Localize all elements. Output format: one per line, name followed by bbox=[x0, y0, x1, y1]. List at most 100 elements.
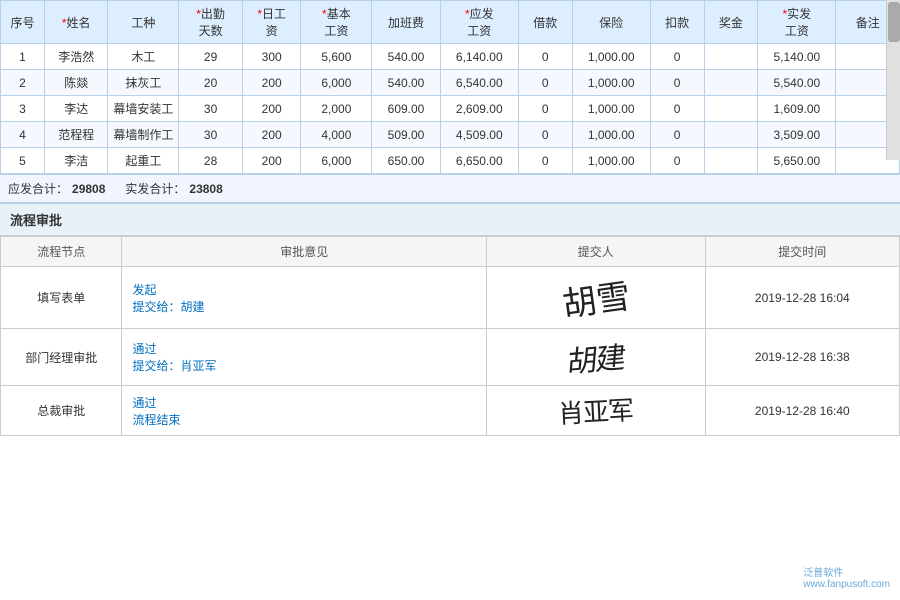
table-cell bbox=[704, 122, 758, 148]
opinion-main: 发起 bbox=[132, 283, 156, 297]
table-cell: 1,000.00 bbox=[572, 122, 650, 148]
table-cell: 起重工 bbox=[108, 148, 179, 174]
table-cell: 20 bbox=[179, 70, 243, 96]
wf-col-submitter: 提交人 bbox=[486, 237, 705, 267]
table-cell: 609.00 bbox=[372, 96, 440, 122]
table-cell: 6,000 bbox=[301, 148, 372, 174]
table-cell: 6,540.00 bbox=[440, 70, 518, 96]
wf-col-node: 流程节点 bbox=[1, 237, 122, 267]
table-cell: 6,140.00 bbox=[440, 44, 518, 70]
table-cell: 李达 bbox=[44, 96, 108, 122]
opinion-sub: 提交给：肖亚军 bbox=[132, 359, 216, 373]
table-row: 1李浩然木工293005,600540.006,140.0001,000.000… bbox=[1, 44, 900, 70]
table-cell: 5,540.00 bbox=[758, 70, 836, 96]
table-cell: 0 bbox=[518, 44, 572, 70]
should-pay-summary: 应发合计： 29808 bbox=[8, 180, 105, 197]
table-cell bbox=[704, 96, 758, 122]
table-cell: 0 bbox=[650, 122, 704, 148]
table-cell: 2,000 bbox=[301, 96, 372, 122]
actual-pay-label: 实发合计： bbox=[125, 180, 185, 197]
table-cell: 650.00 bbox=[372, 148, 440, 174]
opinion-sub: 提交给：胡建 bbox=[132, 300, 204, 314]
table-cell: 1,000.00 bbox=[572, 44, 650, 70]
table-cell: 509.00 bbox=[372, 122, 440, 148]
table-row: 4范程程幕墙制作工302004,000509.004,509.0001,000.… bbox=[1, 122, 900, 148]
col-header-loan: 借款 bbox=[518, 1, 572, 44]
table-cell: 0 bbox=[518, 96, 572, 122]
workflow-header-row: 流程节点 审批意见 提交人 提交时间 bbox=[1, 237, 900, 267]
workflow-time: 2019-12-28 16:40 bbox=[705, 386, 899, 436]
table-cell: 李浩然 bbox=[44, 44, 108, 70]
table-cell: 1,000.00 bbox=[572, 148, 650, 174]
watermark-line1: 泛普软件 bbox=[803, 564, 890, 579]
table-cell: 5,600 bbox=[301, 44, 372, 70]
table-cell: 30 bbox=[179, 96, 243, 122]
table-cell: 1,000.00 bbox=[572, 70, 650, 96]
table-cell: 0 bbox=[650, 148, 704, 174]
table-cell: 5,650.00 bbox=[758, 148, 836, 174]
col-header-daily: *日工资 bbox=[242, 1, 301, 44]
workflow-node: 总裁审批 bbox=[1, 386, 122, 436]
table-cell: 4 bbox=[1, 122, 45, 148]
workflow-node: 部门经理审批 bbox=[1, 329, 122, 386]
table-cell: 2 bbox=[1, 70, 45, 96]
should-pay-value: 29808 bbox=[72, 182, 105, 196]
table-cell: 200 bbox=[242, 70, 301, 96]
signature-image: 肖亚军 bbox=[557, 390, 634, 431]
actual-pay-value: 23808 bbox=[189, 182, 222, 196]
table-cell: 幕墙安装工 bbox=[108, 96, 179, 122]
table-cell: 4,000 bbox=[301, 122, 372, 148]
table-cell: 范程程 bbox=[44, 122, 108, 148]
table-header-row: 序号 *姓名 工种 *出勤天数 *日工资 *基本工资 加班费 *应发工资 借款 … bbox=[1, 1, 900, 44]
workflow-opinion: 发起提交给：胡建 bbox=[122, 267, 486, 329]
watermark: 泛普软件 www.fanpusoft.com bbox=[803, 564, 890, 590]
col-header-type: 工种 bbox=[108, 1, 179, 44]
workflow-signature: 肖亚军 bbox=[486, 386, 705, 436]
table-cell: 0 bbox=[650, 44, 704, 70]
watermark-line2: www.fanpusoft.com bbox=[803, 579, 890, 590]
col-header-insurance: 保险 bbox=[572, 1, 650, 44]
wf-col-opinion: 审批意见 bbox=[122, 237, 486, 267]
workflow-opinion: 通过提交给：肖亚军 bbox=[122, 329, 486, 386]
table-cell: 30 bbox=[179, 122, 243, 148]
workflow-table: 流程节点 审批意见 提交人 提交时间 填写表单发起提交给：胡建 胡雪 2019-12… bbox=[0, 236, 900, 436]
table-cell: 300 bbox=[242, 44, 301, 70]
table-cell: 3,509.00 bbox=[758, 122, 836, 148]
col-header-bonus: 奖金 bbox=[704, 1, 758, 44]
workflow-row: 部门经理审批通过提交给：肖亚军胡建2019-12-28 16:38 bbox=[1, 329, 900, 386]
col-header-deduction: 扣款 bbox=[650, 1, 704, 44]
table-cell: 抹灰工 bbox=[108, 70, 179, 96]
table-cell: 6,650.00 bbox=[440, 148, 518, 174]
table-cell: 0 bbox=[650, 96, 704, 122]
table-row: 2陈燚抹灰工202006,000540.006,540.0001,000.000… bbox=[1, 70, 900, 96]
table-cell: 0 bbox=[518, 148, 572, 174]
scroll-thumb[interactable] bbox=[888, 2, 900, 42]
opinion-sub: 流程结束 bbox=[132, 413, 180, 427]
col-header-name: *姓名 bbox=[44, 1, 108, 44]
table-cell: 0 bbox=[518, 122, 572, 148]
table-cell: 3 bbox=[1, 96, 45, 122]
table-cell: 28 bbox=[179, 148, 243, 174]
table-cell: 540.00 bbox=[372, 70, 440, 96]
workflow-time: 2019-12-28 16:38 bbox=[705, 329, 899, 386]
opinion-main: 通过 bbox=[132, 396, 156, 410]
workflow-node: 填写表单 bbox=[1, 267, 122, 329]
table-cell bbox=[704, 148, 758, 174]
table-cell: 5 bbox=[1, 148, 45, 174]
table-row: 5李洁起重工282006,000650.006,650.0001,000.000… bbox=[1, 148, 900, 174]
actual-pay-summary: 实发合计： 23808 bbox=[125, 180, 222, 197]
table-cell: 200 bbox=[242, 96, 301, 122]
workflow-time: 2019-12-28 16:04 bbox=[705, 267, 899, 329]
salary-table: 序号 *姓名 工种 *出勤天数 *日工资 *基本工资 加班费 *应发工资 借款 … bbox=[0, 0, 900, 174]
table-cell: 陈燚 bbox=[44, 70, 108, 96]
workflow-title: 流程审批 bbox=[0, 204, 900, 236]
table-cell: 0 bbox=[518, 70, 572, 96]
scrollbar[interactable] bbox=[886, 0, 900, 160]
table-cell: 1 bbox=[1, 44, 45, 70]
table-cell: 0 bbox=[650, 70, 704, 96]
should-pay-label: 应发合计： bbox=[8, 180, 68, 197]
workflow-row: 总裁审批通过流程结束 肖亚军 2019-12-28 16:40 bbox=[1, 386, 900, 436]
table-cell: 1,609.00 bbox=[758, 96, 836, 122]
signature-image: 胡雪 bbox=[559, 269, 633, 327]
table-cell bbox=[704, 44, 758, 70]
